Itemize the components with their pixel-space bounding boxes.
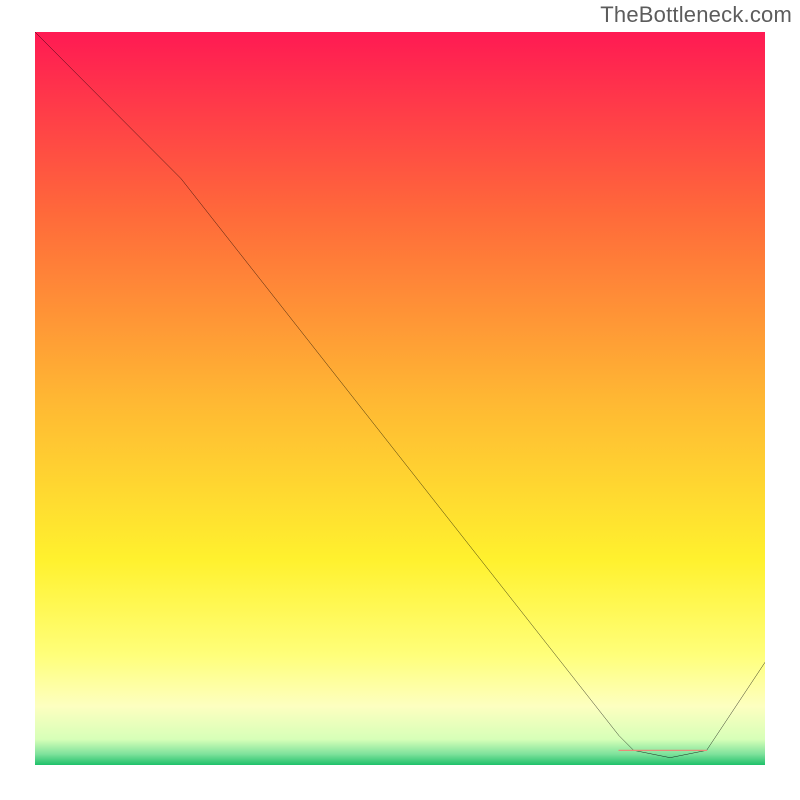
- plot-area: [35, 32, 765, 765]
- chart-canvas: TheBottleneck.com: [0, 0, 800, 800]
- watermark-label: TheBottleneck.com: [600, 2, 792, 28]
- chart-svg: [35, 32, 765, 765]
